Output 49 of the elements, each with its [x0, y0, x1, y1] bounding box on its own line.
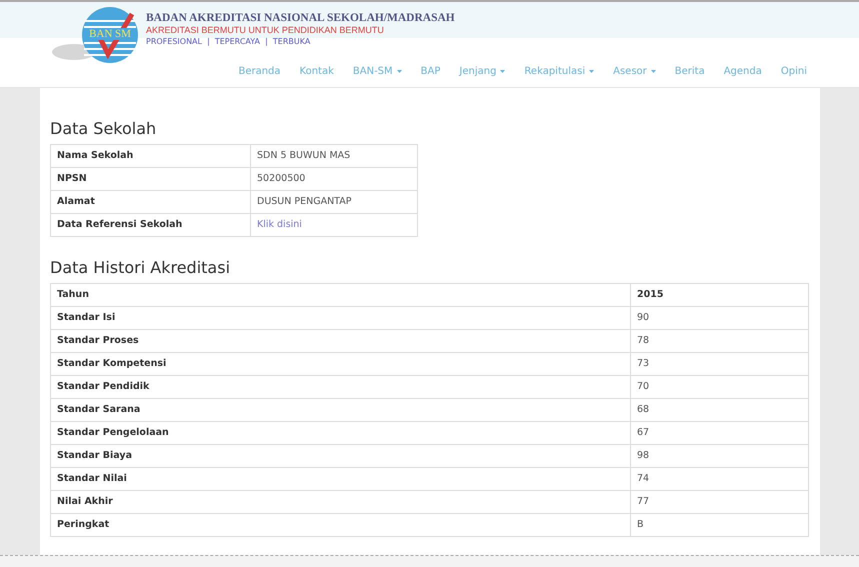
- table-cell: Standar Pendidik: [50, 376, 630, 398]
- table-cell: 90: [630, 306, 808, 330]
- table-cell: 98: [630, 444, 808, 468]
- table-cell: Nama Sekolah: [50, 144, 250, 168]
- motto: PROFESIONAL | TEPERCAYA | TERBUKA: [146, 36, 312, 48]
- column-header: 2015: [630, 284, 808, 306]
- reference-link[interactable]: Klik disini: [257, 218, 302, 230]
- nav-link[interactable]: Beranda: [238, 64, 281, 79]
- nav-link[interactable]: Kontak: [300, 64, 334, 79]
- table-cell: Alamat: [50, 190, 250, 214]
- nav-link[interactable]: Jenjang: [459, 64, 506, 79]
- table-cell: Peringkat: [50, 514, 630, 536]
- table-cell: 77: [630, 490, 808, 514]
- nav-link[interactable]: Agenda: [724, 64, 762, 79]
- nav-link[interactable]: Rekapitulasi: [524, 64, 594, 79]
- column-header: Tahun: [50, 284, 630, 306]
- table-cell: DUSUN PENGANTAP: [250, 190, 418, 214]
- org-title: BADAN AKREDITASI NASIONAL SEKOLAH/MADRASAH: [146, 12, 455, 24]
- table-cell: Data Referensi Sekolah: [50, 214, 250, 236]
- table-cell: Standar Isi: [50, 306, 630, 330]
- table-cell: Standar Kompetensi: [50, 352, 630, 376]
- caret-icon: [589, 70, 594, 73]
- nav-link[interactable]: BAN-SM: [352, 64, 402, 79]
- table-cell: Nilai Akhir: [50, 490, 630, 514]
- nav-link[interactable]: Opini: [780, 64, 807, 79]
- section-title: Data Histori Akreditasi: [50, 257, 232, 279]
- table-cell: 50200500: [250, 168, 418, 190]
- table-cell: Standar Biaya: [50, 444, 630, 468]
- table-cell: 73: [630, 352, 808, 376]
- table-cell: 68: [630, 398, 808, 422]
- table-cell: Standar Proses: [50, 330, 630, 352]
- nav-link[interactable]: BAP: [420, 64, 440, 79]
- caret-icon: [396, 70, 402, 73]
- table-cell: 74: [630, 468, 808, 490]
- table-cell: Standar Sarana: [50, 398, 630, 422]
- table-cell: Standar Nilai: [50, 468, 630, 490]
- table-cell: SDN 5 BUWUN MAS: [250, 144, 418, 168]
- nav-link[interactable]: Berita: [674, 64, 705, 79]
- caret-icon: [500, 70, 506, 73]
- table-cell: B: [630, 514, 808, 536]
- table-cell: 78: [630, 330, 808, 352]
- tagline: AKREDITASI BERMUTU UNTUK PENDIDIKAN BERMUTU: [146, 24, 385, 36]
- caret-icon: [650, 70, 656, 73]
- section-title: Data Sekolah: [50, 118, 158, 140]
- table-cell: NPSN: [50, 168, 250, 190]
- table-cell: 70: [630, 376, 808, 398]
- table-cell: Standar Pengelolaan: [50, 422, 630, 444]
- table-cell: 67: [630, 422, 808, 444]
- nav-link[interactable]: Asesor: [613, 64, 656, 79]
